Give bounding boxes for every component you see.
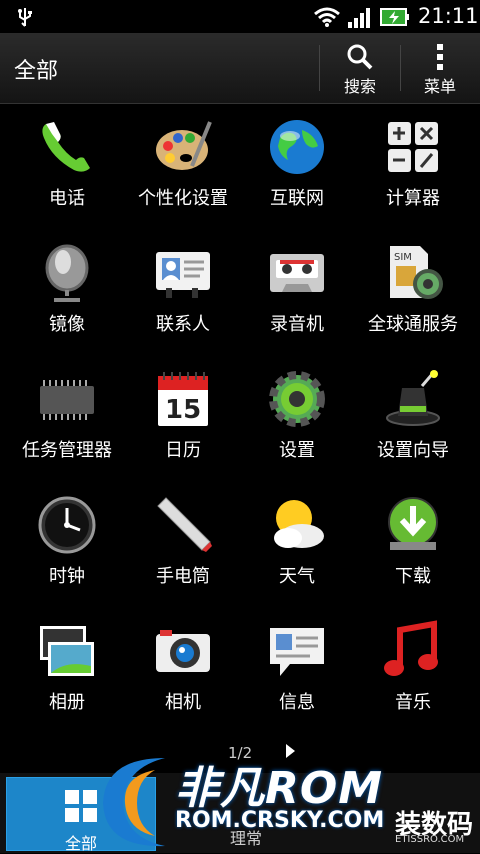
calendar-day: 15 [165,395,201,425]
app-internet[interactable]: 互联网 [237,110,357,220]
search-label: 搜索 [343,77,376,96]
app-settings[interactable]: 设置 [237,362,357,472]
tab-all-label: 全部 [65,834,98,853]
gallery-icon [40,626,94,676]
app-weather[interactable]: 天气 [237,488,357,598]
app-messages[interactable]: 信息 [237,614,357,724]
app-calculator[interactable]: 计算器 [353,110,473,220]
app-music[interactable]: 音乐 [353,614,473,724]
app-camera[interactable]: 相机 [123,614,243,724]
app-recorder[interactable]: 录音机 [237,236,357,346]
battery-charging-icon [380,8,409,26]
watermark-right-sub: ETISSRO.COM [395,834,465,845]
magic-hat-icon [386,370,440,426]
watermark-brand: 非凡ROM [175,763,384,814]
app-task-manager[interactable]: 任务管理器 [7,362,127,472]
chip-icon [40,380,94,420]
app-calendar[interactable]: 15 日历 [123,362,243,472]
palette-icon [156,121,212,170]
contacts-icon [156,252,210,298]
app-gallery[interactable]: 相册 [7,614,127,724]
globe-icon [270,120,324,174]
flashlight-icon [157,497,212,552]
sim-icon: SIM [390,246,443,299]
status-bar: 21:11 [0,0,480,33]
app-setup-wizard[interactable]: 设置向导 [353,362,473,472]
search-icon [347,44,373,70]
calculator-icon [388,122,438,172]
status-clock: 21:11 [418,4,479,28]
cassette-icon [270,254,324,292]
brand-swirl-icon [103,758,165,847]
download-icon [388,497,438,550]
page-title: 全部 [14,59,59,84]
clock-icon [38,496,96,554]
app-contacts[interactable]: 联系人 [123,236,243,346]
app-personalize[interactable]: 个性化设置 [123,110,243,220]
app-flashlight[interactable]: 手电筒 [123,488,243,598]
gear-icon [269,371,325,427]
divider [400,45,401,91]
action-bar: 全部 搜索 菜单 [0,33,480,104]
app-phone[interactable]: 电话 [7,110,127,220]
menu-button[interactable]: 菜单 [405,39,475,97]
watermark-logo: 非凡ROM ROM.CRSKY.COM 装数码 ETISSRO.COM [95,748,480,853]
svg-text:SIM: SIM [394,252,412,263]
mirror-icon [45,244,89,302]
app-download[interactable]: 下载 [353,488,473,598]
app-clock[interactable]: 时钟 [7,488,127,598]
message-icon [270,628,324,676]
search-button[interactable]: 搜索 [325,39,395,97]
signal-icon [348,8,370,28]
music-icon [384,620,438,676]
usb-icon [18,8,32,27]
app-mirror[interactable]: 镜像 [7,236,127,346]
wifi-icon [314,7,340,27]
app-sim-service[interactable]: SIM 全球通服务 [353,236,473,346]
camera-icon [156,630,210,672]
weather-icon [274,500,324,548]
watermark-site: ROM.CRSKY.COM [175,808,385,833]
menu-label: 菜单 [423,77,456,96]
overflow-menu-icon [437,44,443,70]
phone-icon [42,122,90,172]
grid-icon [65,790,97,822]
calendar-icon: 15 [158,372,208,426]
divider [319,45,320,91]
